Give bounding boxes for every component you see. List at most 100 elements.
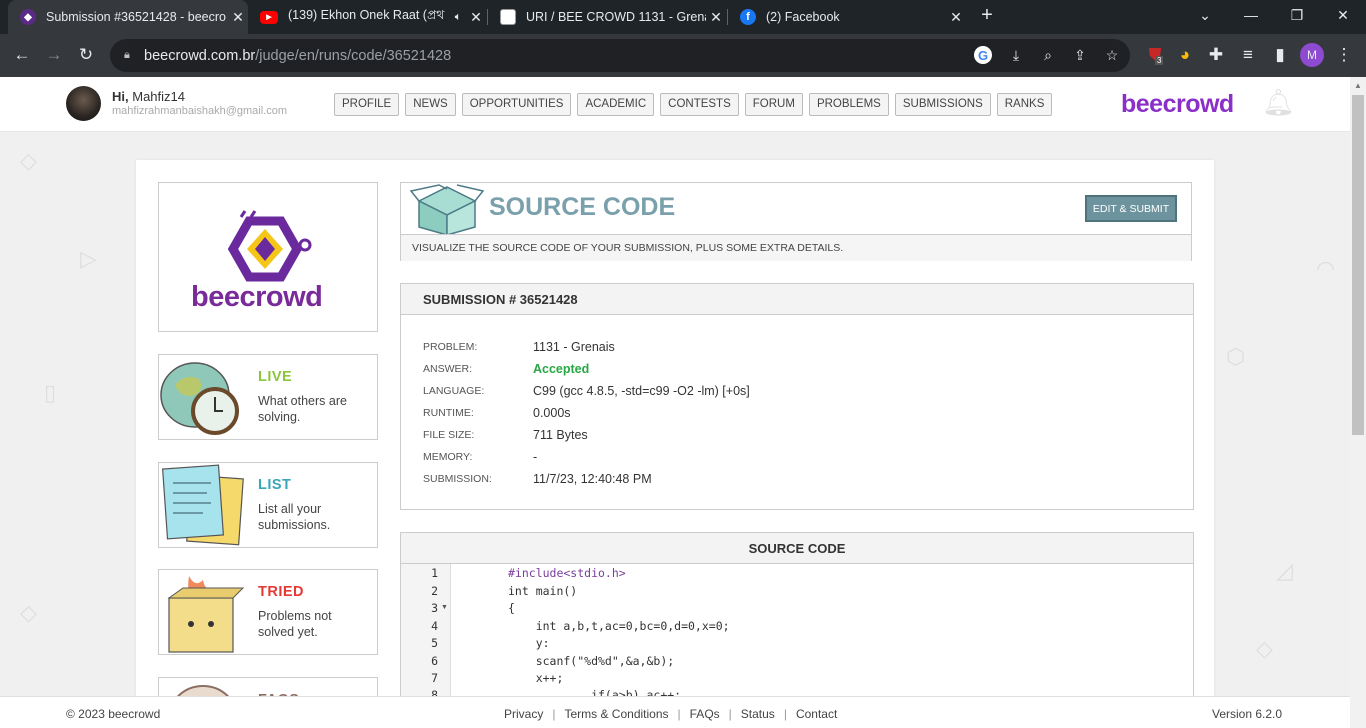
vertical-scrollbar[interactable]: ▲ (1350, 77, 1366, 728)
url-path: /judge/en/runs/code/36521428 (255, 47, 452, 64)
code-line: scanf("%d%d",&a,&b); (508, 654, 675, 668)
bell-icon[interactable]: 🔔︎ (1262, 87, 1295, 119)
detail-label: MEMORY: (423, 451, 473, 463)
browser-tab[interactable]: f (2) Facebook ✕ (728, 0, 966, 34)
live-card[interactable]: LIVE What others are solving. (158, 354, 378, 440)
burning-box-icon (167, 576, 245, 653)
footer-link-privacy[interactable]: Privacy (504, 707, 543, 721)
nav-academic[interactable]: ACADEMIC (577, 93, 655, 116)
address-bar[interactable]: 🔒︎ beecrowd.com.br/judge/en/runs/code/36… (110, 39, 1130, 72)
browser-toolbar: ← → ↻ 🔒︎ beecrowd.com.br/judge/en/runs/c… (0, 34, 1366, 77)
scrollbar-thumb[interactable] (1352, 95, 1364, 435)
source-code-header-panel: SOURCE CODE EDIT & SUBMIT VISUALIZE THE … (400, 182, 1192, 261)
decor-diamond-icon: ◇ (20, 600, 37, 625)
close-window-icon[interactable]: ✕ (1320, 0, 1366, 30)
decor-triangle-icon: ▷ (80, 246, 97, 271)
line-number-gutter: 1 2 3 ▼ 4 5 6 7 8 (401, 564, 451, 701)
tried-card[interactable]: TRIED Problems not solved yet. (158, 569, 378, 655)
google-lens-icon[interactable]: G (974, 46, 992, 64)
facebook-favicon-icon: f (740, 9, 756, 25)
username[interactable]: Mahfiz14 (132, 89, 185, 104)
line-number: 6 (431, 654, 438, 668)
restore-icon[interactable]: ❐ (1274, 0, 1320, 30)
footer-link-faqs[interactable]: FAQs (690, 707, 720, 721)
footer-links: Privacy | Terms & Conditions | FAQs | Statu… (504, 707, 837, 721)
footer-link-contact[interactable]: Contact (796, 707, 837, 721)
nav-problems[interactable]: PROBLEMS (808, 93, 889, 116)
side-panel-icon[interactable]: ▮ (1268, 43, 1292, 67)
media-queue-icon[interactable]: ≡ (1236, 43, 1260, 67)
problem-link[interactable]: 1131 - Grenais (533, 340, 933, 354)
close-tab-icon[interactable]: ✕ (706, 9, 726, 26)
detail-label: LANGUAGE: (423, 385, 485, 397)
user-avatar[interactable] (66, 86, 101, 121)
share-icon[interactable]: ⇪ (1069, 44, 1091, 66)
list-card[interactable]: LIST List all your submissions. (158, 462, 378, 548)
submission-date: 11/7/23, 12:40:48 PM (533, 472, 652, 486)
language-value: C99 (gcc 4.8.5, -std=c99 -O2 -lm) [+0s] (533, 384, 750, 398)
line-number: 7 (431, 671, 438, 685)
ublock-extension-icon[interactable]: ⛊ 3 (1143, 43, 1167, 67)
speaker-icon[interactable]: 🔈︎ (450, 11, 466, 24)
nav-submissions[interactable]: SUBMISSIONS (894, 93, 991, 116)
nav-contests[interactable]: CONTESTS (660, 93, 739, 116)
browser-tab[interactable]: ▶ (139) Ekhon Onek Raat (প্রথ 🔈︎ ✕ (248, 0, 486, 34)
nav-ranks[interactable]: RANKS (996, 93, 1053, 116)
beecrowd-logo-box[interactable]: beecrowd (158, 182, 378, 332)
line-number: 2 (431, 584, 438, 598)
youtube-favicon-icon: ▶ (260, 10, 278, 24)
detail-label: ANSWER: (423, 363, 473, 375)
code-line: x++; (508, 671, 564, 685)
install-app-icon[interactable]: ⤓ (1005, 44, 1027, 66)
nav-news[interactable]: NEWS (405, 93, 456, 116)
fold-arrow-icon[interactable]: ▼ (441, 604, 448, 611)
version-label: Version 6.2.0 (1212, 707, 1283, 721)
answer-status: Accepted (533, 362, 590, 376)
source-code-panel: SOURCE CODE 1 2 3 ▼ 4 5 6 7 8 #include<s… (400, 532, 1194, 702)
code-line: y: (508, 636, 550, 650)
close-tab-icon[interactable]: ✕ (946, 9, 966, 26)
tried-card-desc: Problems not solved yet. (258, 609, 332, 639)
greeting-hi: Hi, (112, 89, 129, 104)
color-extension-icon[interactable]: ◕ (1173, 43, 1197, 67)
decor-hexagon-icon: ⬡ (1226, 344, 1246, 369)
zoom-icon[interactable]: ⌕ (1037, 44, 1059, 66)
nav-forum[interactable]: FORUM (744, 93, 803, 116)
line-number: 5 (431, 636, 438, 650)
forward-icon[interactable]: → (42, 43, 66, 67)
nav-profile[interactable]: PROFILE (334, 93, 400, 116)
minimize-icon[interactable]: — (1228, 0, 1274, 30)
new-tab-button[interactable]: + (967, 0, 1007, 30)
paper-list-icon (161, 464, 244, 546)
decor-arc-icon: ◠ (1316, 256, 1336, 281)
brand-logo[interactable]: beecrowd (1121, 90, 1234, 119)
code-editor[interactable]: #include<stdio.h> int main() { int a,b,t… (451, 564, 1193, 701)
bookmark-star-icon[interactable]: ☆ (1101, 44, 1123, 66)
extensions-puzzle-icon[interactable]: ✚ (1204, 43, 1228, 67)
decor-diamond-icon: ◇ (20, 148, 37, 173)
code-line: { (508, 601, 515, 615)
browser-tab[interactable]: URI / BEE CROWD 1131 - Grenai ✕ (488, 0, 726, 34)
tab-search-icon[interactable]: ⌄ (1182, 0, 1228, 30)
reload-icon[interactable]: ↻ (74, 43, 98, 67)
edit-submit-button[interactable]: EDIT & SUBMIT (1085, 195, 1177, 222)
detail-label: FILE SIZE: (423, 429, 475, 441)
footer-link-terms[interactable]: Terms & Conditions (564, 707, 668, 721)
scroll-up-arrow-icon[interactable]: ▲ (1354, 81, 1362, 90)
close-tab-icon[interactable]: ✕ (228, 9, 248, 26)
footer-link-status[interactable]: Status (741, 707, 775, 721)
decor-triangle-icon: ◿ (1276, 558, 1293, 583)
nav-opportunities[interactable]: OPPORTUNITIES (461, 93, 572, 116)
profile-avatar[interactable]: M (1300, 43, 1324, 67)
line-number: 1 (431, 566, 438, 580)
footer-separator: | (552, 707, 556, 721)
code-heading: SOURCE CODE (401, 533, 1193, 564)
close-tab-icon[interactable]: ✕ (466, 9, 486, 26)
chrome-menu-icon[interactable]: ⋮ (1332, 43, 1356, 67)
back-icon[interactable]: ← (10, 43, 34, 67)
url-host: beecrowd.com.br (144, 47, 256, 64)
extension-badge: 3 (1155, 56, 1164, 65)
browser-tab[interactable]: ◆ Submission #36521428 - beecro ✕ (8, 0, 248, 34)
page-favicon-icon (500, 9, 516, 25)
live-card-desc: What others are solving. (258, 394, 347, 424)
